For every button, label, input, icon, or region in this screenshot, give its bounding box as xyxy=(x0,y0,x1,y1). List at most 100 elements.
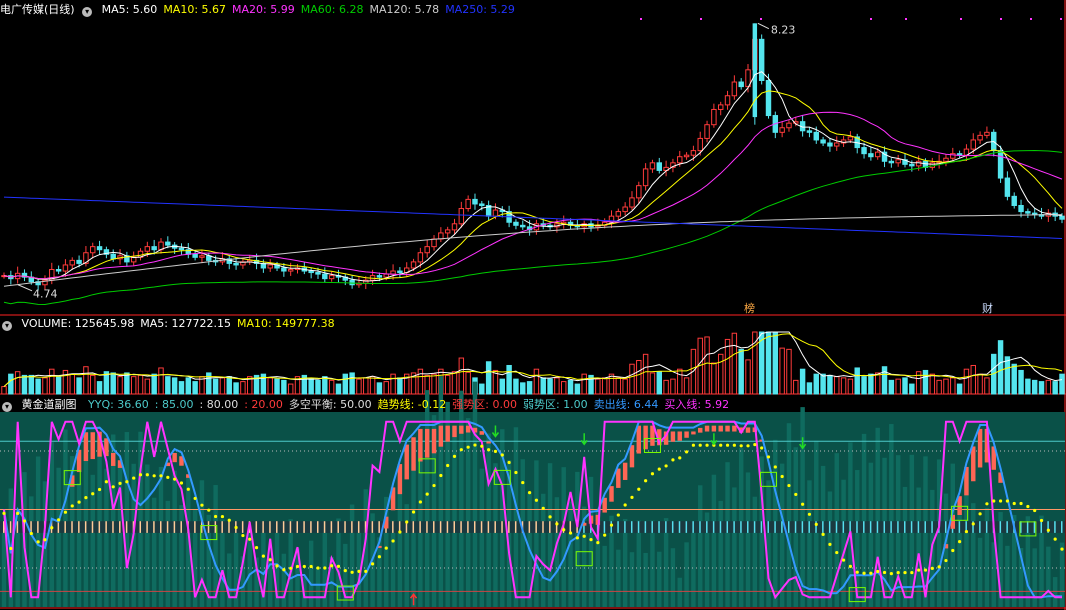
volume-bar xyxy=(608,373,615,395)
strength-block xyxy=(725,425,730,432)
balance-stripe xyxy=(480,521,483,533)
volume-bar xyxy=(765,331,772,395)
trend-dot xyxy=(568,531,573,535)
balance-stripe xyxy=(671,521,674,533)
balance-stripe xyxy=(699,521,701,533)
candle-body xyxy=(697,137,703,152)
trend-dot xyxy=(70,504,74,508)
stock-title: 电广传媒(日线) xyxy=(0,3,75,16)
volume-bar xyxy=(629,363,635,395)
chevron-down-icon[interactable]: ▾ xyxy=(2,321,12,331)
trend-dot xyxy=(254,546,259,550)
balance-stripe xyxy=(630,521,633,533)
balance-stripe xyxy=(159,521,162,533)
strength-block xyxy=(711,425,717,432)
trend-dot xyxy=(220,514,225,519)
histogram-bar xyxy=(950,463,956,607)
chevron-down-icon[interactable]: ▾ xyxy=(2,402,12,412)
volume-bar xyxy=(799,368,806,395)
strength-block xyxy=(977,428,983,468)
volume-bar xyxy=(902,377,908,395)
candle-body xyxy=(827,142,833,147)
trend-dot xyxy=(821,532,825,536)
volume-bar xyxy=(922,369,929,395)
trend-dot xyxy=(780,474,784,479)
balance-stripe xyxy=(276,521,278,533)
volume-bar xyxy=(274,378,280,395)
trend-dot xyxy=(609,523,614,527)
candle-body xyxy=(717,104,724,110)
histogram-bar xyxy=(698,485,703,607)
balance-stripe xyxy=(1054,521,1056,533)
chevron-down-icon[interactable]: ▾ xyxy=(82,7,93,17)
volume-bar xyxy=(656,371,662,395)
trend-dot xyxy=(159,474,163,478)
volume-bar xyxy=(83,366,89,395)
trend-dot xyxy=(282,568,286,572)
balance-stripe xyxy=(794,521,797,533)
trend-dot xyxy=(1046,528,1050,532)
trend-dot xyxy=(882,570,887,575)
trend-dot xyxy=(691,443,696,447)
balance-stripe xyxy=(904,521,906,533)
volume-legend-item-1: MA5: 127722.15 xyxy=(140,317,231,330)
trend-dot xyxy=(671,458,675,462)
trend-dot xyxy=(903,570,907,575)
volume-bar xyxy=(711,362,717,395)
histogram-bar xyxy=(151,497,157,607)
candle-body xyxy=(649,162,656,170)
balance-stripe xyxy=(692,521,694,533)
trend-dot xyxy=(978,512,982,516)
balance-stripe xyxy=(999,521,1002,533)
candle-body xyxy=(69,259,75,266)
balance-stripe xyxy=(146,521,148,533)
trend-dot xyxy=(534,498,539,502)
indicator-legend: ▾ 黄金道副图 YYQ: 36.60: 85.00: 80.00: 20.00 多… xyxy=(0,397,735,413)
balance-stripe xyxy=(228,521,230,533)
strength-block xyxy=(418,428,423,462)
trend-dot xyxy=(971,522,975,526)
balance-stripe xyxy=(958,521,961,533)
event-tag: 财 xyxy=(982,301,993,315)
low-label: 4.74 xyxy=(33,287,58,300)
volume-bar xyxy=(219,377,226,395)
volume-bar xyxy=(376,382,383,395)
price-legend-item-3: MA60: 6.28 xyxy=(300,3,364,16)
balance-stripe xyxy=(473,521,476,533)
balance-stripe xyxy=(726,521,729,533)
trend-dot xyxy=(657,467,661,471)
volume-bar xyxy=(55,376,62,395)
volume-bar xyxy=(226,376,232,395)
trend-dot xyxy=(889,571,893,576)
trend-dot xyxy=(678,456,682,460)
balance-stripe xyxy=(1061,521,1063,533)
histogram-bar xyxy=(117,465,123,607)
candle-body xyxy=(287,269,294,272)
histogram-bar xyxy=(684,542,689,607)
signal-box xyxy=(951,505,969,521)
trend-dot xyxy=(753,442,757,447)
candle-body xyxy=(444,229,451,234)
signal-box xyxy=(575,551,593,567)
balance-stripe xyxy=(665,521,667,533)
event-tag: 榜 xyxy=(744,301,755,315)
balance-stripe xyxy=(71,521,73,533)
volume-bar xyxy=(861,376,867,395)
volume-bar xyxy=(96,381,103,395)
candle-body xyxy=(943,157,949,162)
candle-body xyxy=(281,267,287,272)
volume-bar xyxy=(677,368,683,395)
candle-body xyxy=(431,238,437,248)
balance-stripe xyxy=(351,521,353,533)
candle-body xyxy=(677,156,683,164)
trend-dot xyxy=(855,570,859,574)
strength-block xyxy=(431,428,437,454)
trend-dot xyxy=(1053,537,1057,541)
volume-bar xyxy=(308,378,314,395)
histogram-bar xyxy=(650,520,655,607)
strength-block xyxy=(745,427,751,433)
trend-dot xyxy=(36,540,40,544)
trend-dot xyxy=(555,522,559,526)
balance-stripe xyxy=(125,521,128,533)
balance-stripe xyxy=(494,521,496,533)
